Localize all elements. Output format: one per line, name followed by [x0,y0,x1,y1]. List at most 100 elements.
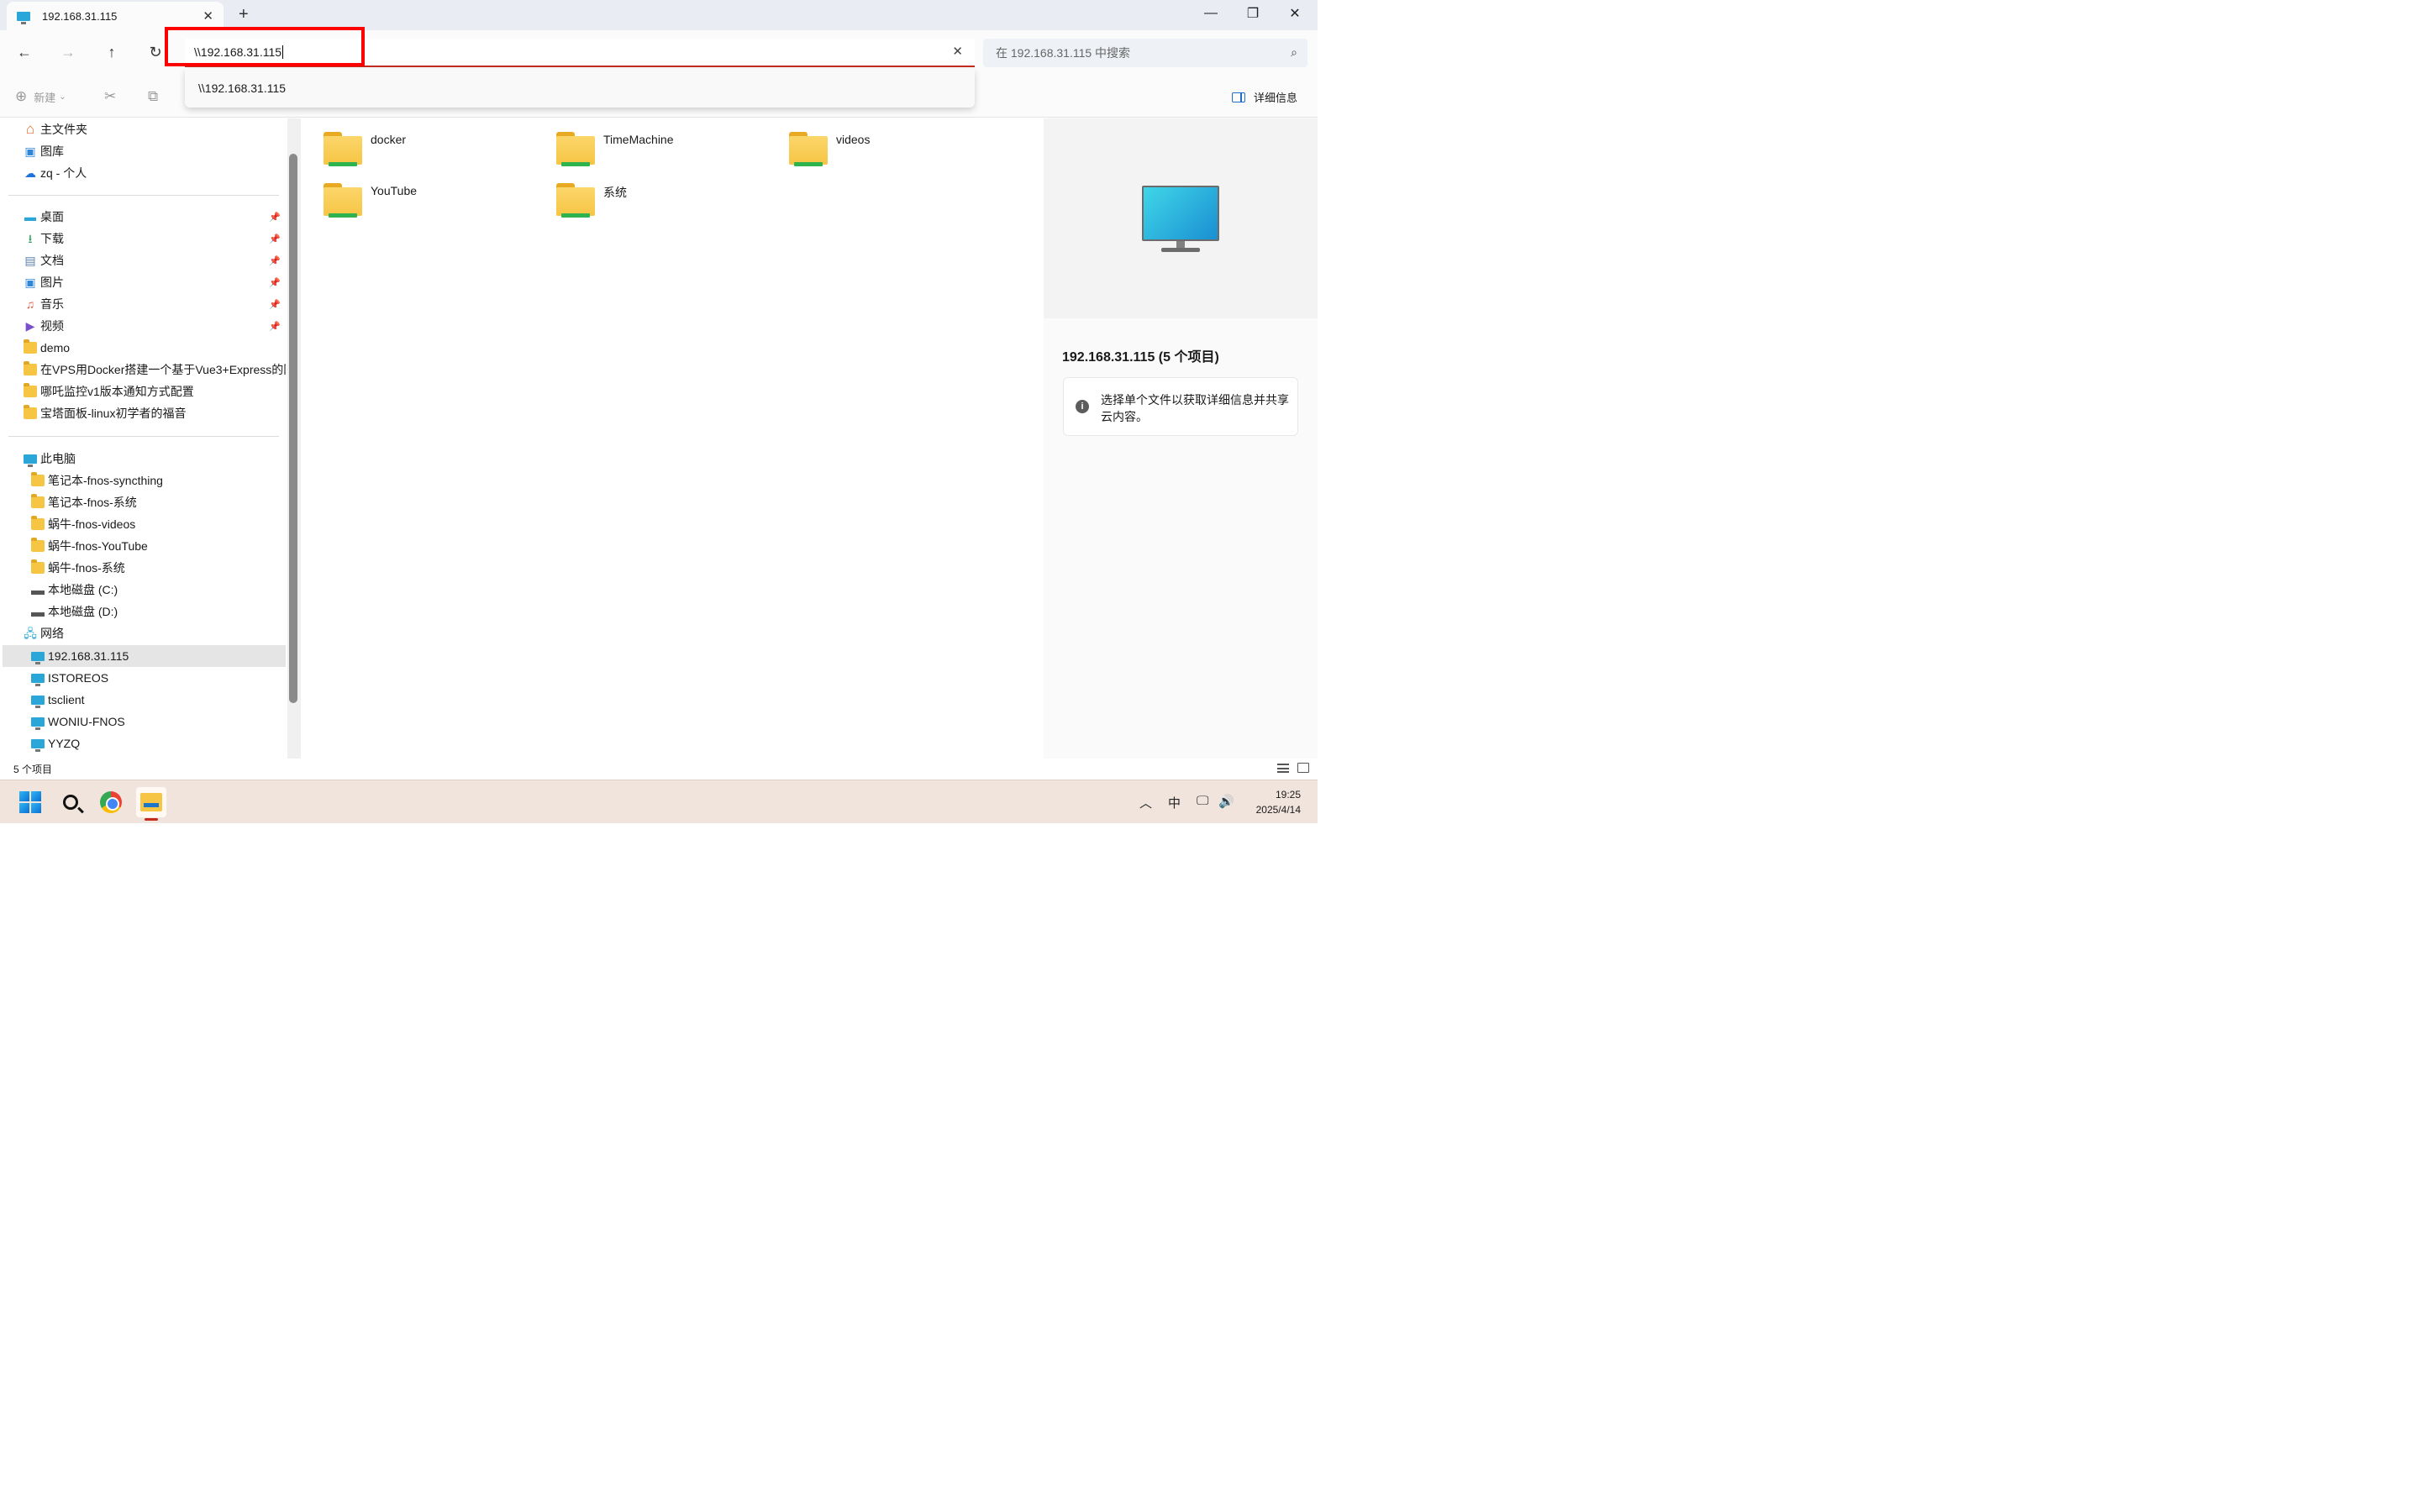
sidebar-item-drive-c[interactable]: 本地磁盘 (C:) [31,579,286,601]
address-suggestion-item[interactable]: \\192.168.31.115 [185,69,975,108]
sidebar-item-drive[interactable]: 蜗牛-fnos-videos [31,513,286,535]
file-explorer-taskbar-button[interactable] [136,787,166,817]
chevron-down-icon: ⌄ [59,92,66,102]
new-button[interactable]: ⊕ 新建 ⌄ [15,88,66,105]
minimize-button[interactable]: — [1190,0,1232,27]
pictures-icon: ▣ [24,276,36,289]
network-folder-icon [556,132,597,167]
sidebar-item-downloads[interactable]: ⭳ 下载 📌 [24,228,286,249]
sidebar-item-drive[interactable]: 蜗牛-fnos-系统 [31,557,286,579]
details-view-icon[interactable] [1277,764,1289,773]
sidebar-item-label: 蜗牛-fnos-系统 [48,561,125,575]
search-box[interactable]: 在 192.168.31.115 中搜索 ⌕ [983,39,1307,67]
sidebar-item-gallery[interactable]: ▣ 图库 [24,140,276,162]
sidebar-item-this-pc[interactable]: 此电脑 [24,448,286,470]
pin-icon[interactable]: 📌 [269,299,281,310]
sidebar-item-label: 图库 [40,144,64,158]
sidebar-item-folder[interactable]: demo [24,337,286,359]
file-explorer-icon [140,793,162,811]
sidebar-item-network[interactable]: 🖧 网络 [24,622,286,644]
music-icon: ♫ [25,297,35,311]
taskbar-search-button[interactable] [55,787,86,817]
tray-chevron-icon[interactable]: ︿ [1139,794,1152,811]
title-bar: 192.168.31.115 ✕ + — ❐ ✕ [0,0,1318,30]
file-list: docker TimeMachine videos YouTube 系统 [302,118,1042,759]
sidebar-item-onedrive[interactable]: ☁ zq - 个人 [24,162,276,184]
folder-icon [24,405,37,419]
sidebar-item-pictures[interactable]: ▣ 图片 📌 [24,271,286,293]
maximize-button[interactable]: ❐ [1232,0,1274,27]
shared-folder-tile[interactable]: 系统 [556,183,627,218]
pin-icon[interactable]: 📌 [269,321,281,332]
shared-folder-tile[interactable]: videos [789,132,870,167]
sidebar-item-label: YYZQ [48,737,81,750]
info-text: 选择单个文件以获取详细信息并共享云内容。 [1101,393,1289,423]
new-tab-button[interactable]: + [239,5,249,24]
shared-folder-tile[interactable]: YouTube [324,183,417,218]
sidebar-scrollbar-thumb[interactable] [289,154,297,703]
pin-icon[interactable]: 📌 [269,255,281,266]
back-button[interactable]: ← [12,40,37,64]
sidebar-item-label: 图片 [40,276,64,289]
network-folder-icon [556,183,597,218]
sidebar-item-network-host[interactable]: WONIU-FNOS [31,711,286,732]
volume-icon[interactable]: 🔊 [1218,794,1234,809]
sidebar-item-label: 此电脑 [40,452,76,465]
active-app-indicator [145,818,158,821]
copy-button[interactable]: ⧉ [148,88,158,105]
sidebar-item-network-host[interactable]: ISTOREOS [31,667,286,689]
folder-name: 系统 [603,186,627,199]
sidebar-item-drive[interactable]: 笔记本-fnos-系统 [31,491,286,513]
sidebar-item-folder[interactable]: 哪吒监控v1版本通知方式配置 [24,381,286,402]
search-icon[interactable]: ⌕ [1291,45,1297,60]
ime-indicator[interactable]: 中 [1168,794,1181,811]
chrome-taskbar-button[interactable] [96,787,126,817]
forward-button[interactable]: → [55,40,81,64]
sidebar-item-drive-d[interactable]: 本地磁盘 (D:) [31,601,286,622]
sidebar-item-label: 本地磁盘 (C:) [48,583,118,596]
sidebar-item-folder[interactable]: 宝塔面板-linux初学者的福音 [24,402,286,424]
pin-icon[interactable]: 📌 [269,234,281,244]
sidebar-item-drive[interactable]: 笔记本-fnos-syncthing [31,470,286,491]
item-count: 5 个项目 [13,764,53,775]
shared-folder-tile[interactable]: docker [324,132,406,167]
network-status-icon[interactable]: 🖵 [1197,794,1208,808]
sidebar-item-network-host-selected[interactable]: 192.168.31.115 [3,645,286,667]
folder-name: videos [836,133,871,146]
info-icon: i [1076,400,1089,413]
sidebar-item-documents[interactable]: ▤ 文档 📌 [24,249,286,271]
up-button[interactable]: ↑ [99,40,124,64]
sidebar-item-folder[interactable]: 在VPS用Docker搭建一个基于Vue3+Express的网盘 [24,359,286,381]
pin-icon[interactable]: 📌 [269,277,281,288]
clear-address-icon[interactable]: ✕ [952,44,963,59]
pin-icon[interactable]: 📌 [269,212,281,223]
clock[interactable]: 19:25 2025/4/14 [1256,787,1301,817]
sidebar-item-label: 本地磁盘 (D:) [48,605,118,618]
sidebar-item-network-host[interactable]: YYZQ [31,732,286,754]
sidebar-item-home[interactable]: ⌂ 主文件夹 [24,118,276,140]
cut-button[interactable]: ✂ [104,88,116,105]
details-heading: 192.168.31.115 (5 个项目) [1062,350,1219,365]
close-window-button[interactable]: ✕ [1274,0,1316,27]
tab-close-icon[interactable]: ✕ [203,8,213,24]
network-computer-icon [31,651,45,664]
sidebar-item-music[interactable]: ♫ 音乐 📌 [24,293,286,315]
desktop-icon: ▬ [24,210,36,223]
sidebar-item-desktop[interactable]: ▬ 桌面 📌 [24,206,286,228]
sidebar-item-videos[interactable]: ▶ 视频 📌 [24,315,286,337]
start-button[interactable] [15,787,45,817]
details-label: 详细信息 [1253,92,1297,104]
document-icon: ▤ [24,254,36,267]
folder-icon [31,559,45,574]
onedrive-icon: ☁ [24,166,36,180]
details-pane-button[interactable]: 详细信息 [1231,89,1297,105]
sidebar-item-drive[interactable]: 蜗牛-fnos-YouTube [31,535,286,557]
sidebar-item-label: 192.168.31.115 [48,649,129,663]
tiles-view-icon[interactable] [1297,763,1309,773]
shared-folder-tile[interactable]: TimeMachine [556,132,674,167]
sidebar-item-label: 音乐 [40,297,64,311]
tab-192-168-31-115[interactable]: 192.168.31.115 ✕ [7,2,224,30]
sidebar-item-label: 笔记本-fnos-系统 [48,496,137,509]
sidebar-item-label: 网络 [40,627,64,640]
sidebar-item-network-host[interactable]: tsclient [31,689,286,711]
